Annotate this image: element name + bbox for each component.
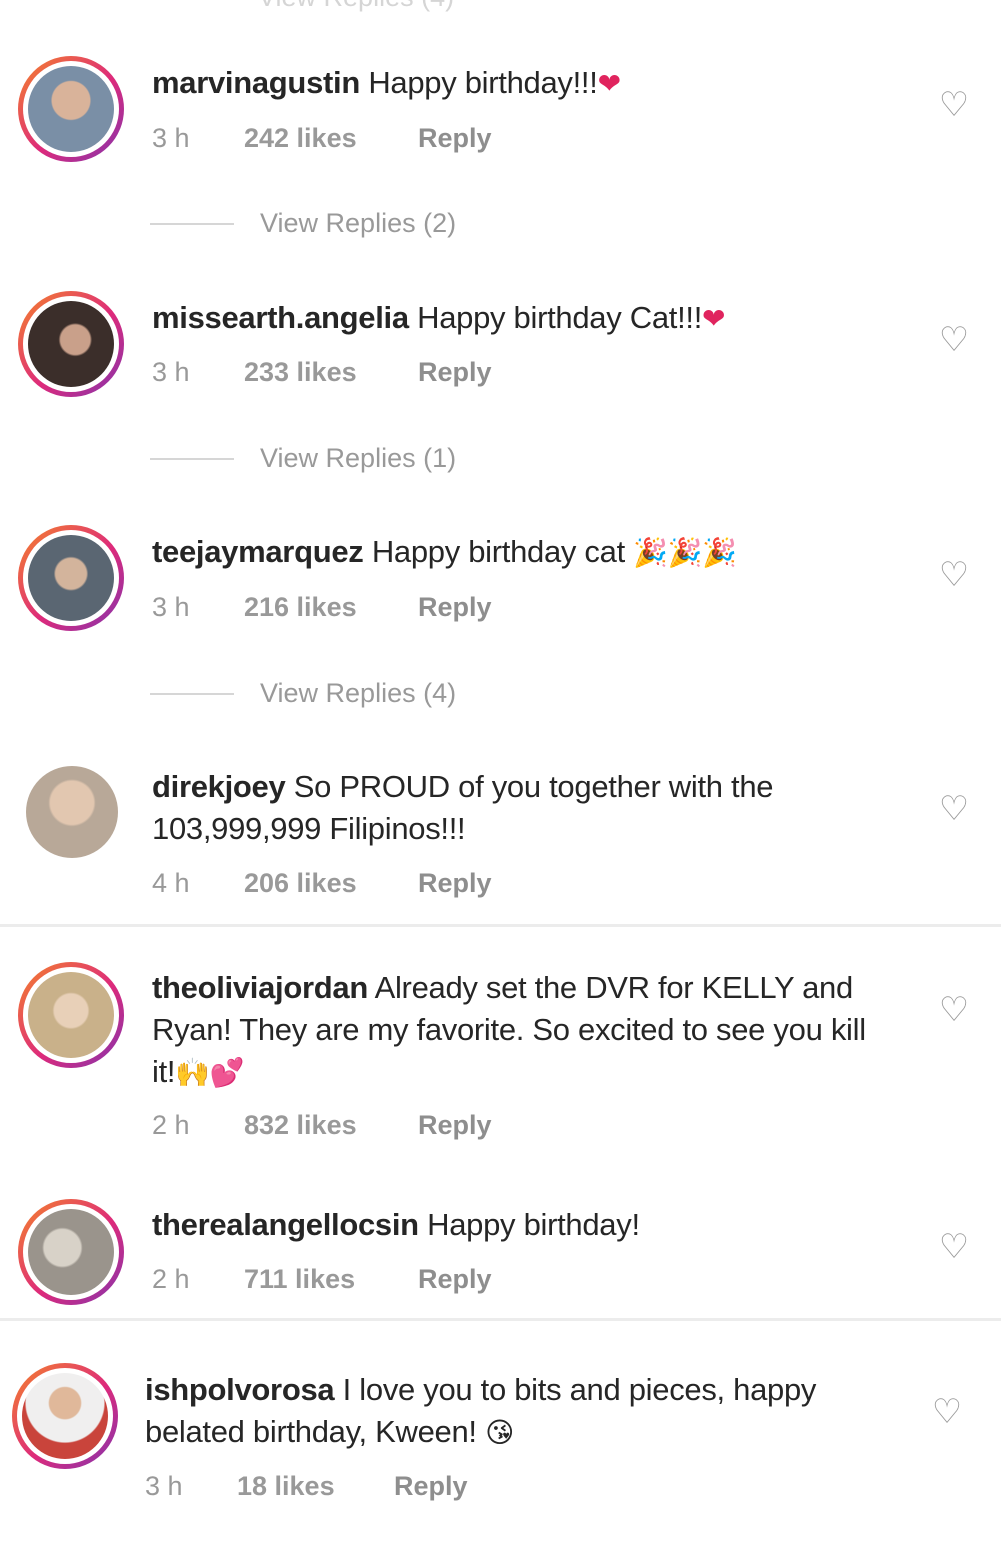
heart-icon[interactable]: ♡ <box>937 323 971 357</box>
avatar-photo <box>28 972 114 1058</box>
comment-username[interactable]: direkjoey <box>152 769 286 804</box>
comment-likes[interactable]: 832 likes <box>244 1110 418 1141</box>
section-divider <box>0 924 1001 927</box>
avatar-photo <box>28 535 114 621</box>
comment-username[interactable]: teejaymarquez <box>152 534 364 569</box>
avatar-photo <box>26 766 118 858</box>
avatar-photo <box>28 1209 114 1295</box>
reply-button[interactable]: Reply <box>418 592 492 623</box>
comment-likes[interactable]: 216 likes <box>244 592 418 623</box>
avatar[interactable] <box>18 291 124 397</box>
comment-emoji: 🙌💕 <box>175 1057 245 1088</box>
avatar[interactable] <box>18 962 124 1068</box>
comment-time: 4 h <box>152 868 190 898</box>
heart-icon[interactable]: ♡ <box>937 1230 971 1264</box>
view-replies-label: View Replies (2) <box>260 208 457 238</box>
view-replies-button[interactable]: View Replies (2) <box>150 208 456 239</box>
comment-emoji: ❤ <box>702 303 726 334</box>
avatar[interactable] <box>26 766 118 858</box>
avatar[interactable] <box>18 56 124 162</box>
comment-username[interactable]: ishpolvorosa <box>145 1372 335 1407</box>
comment-text: Happy birthday!!! <box>368 65 598 100</box>
comment-likes[interactable]: 711 likes <box>244 1264 418 1295</box>
reply-button[interactable]: Reply <box>418 868 492 899</box>
view-replies-label: View Replies (1) <box>260 443 457 473</box>
divider-line <box>150 222 234 225</box>
avatar-photo <box>22 1373 108 1459</box>
comment-time: 3 h <box>152 592 190 622</box>
view-replies-button[interactable]: View Replies (1) <box>150 443 456 474</box>
divider-line <box>150 692 234 695</box>
comment-emoji: 🎉🎉🎉 <box>633 537 737 568</box>
comment-username[interactable]: missearth.angelia <box>152 300 409 335</box>
comment-likes[interactable]: 242 likes <box>244 123 418 154</box>
comment-username[interactable]: marvinagustin <box>152 65 360 100</box>
comment-emoji: ❤ <box>597 68 621 99</box>
comment-likes[interactable]: 233 likes <box>244 357 418 388</box>
avatar-photo <box>28 301 114 387</box>
comment-time: 3 h <box>152 357 190 387</box>
heart-icon[interactable]: ♡ <box>937 792 971 826</box>
comment-likes[interactable]: 18 likes <box>237 1471 394 1502</box>
reply-button[interactable]: Reply <box>418 1264 492 1295</box>
avatar[interactable] <box>18 1199 124 1305</box>
comment-username[interactable]: therealangellocsin <box>152 1207 419 1242</box>
view-replies-label: View Replies (4) <box>260 678 457 708</box>
comment-emoji: 😘 <box>485 1417 514 1448</box>
comment-text: Happy birthday! <box>427 1207 640 1242</box>
view-replies-button[interactable]: View Replies (4) <box>150 678 456 709</box>
comment-text: Happy birthday Cat!!! <box>417 300 703 335</box>
section-divider <box>0 1318 1001 1321</box>
heart-icon[interactable]: ♡ <box>937 558 971 592</box>
view-replies-partial[interactable]: View Replies (4) <box>258 0 454 13</box>
comment-text: Happy birthday cat <box>371 534 625 569</box>
avatar[interactable] <box>12 1363 118 1469</box>
avatar[interactable] <box>18 525 124 631</box>
heart-icon[interactable]: ♡ <box>937 88 971 122</box>
comment-time: 3 h <box>152 123 190 153</box>
comment-time: 2 h <box>152 1110 190 1140</box>
reply-button[interactable]: Reply <box>418 357 492 388</box>
comment-username[interactable]: theoliviajordan <box>152 970 368 1005</box>
reply-button[interactable]: Reply <box>394 1471 468 1502</box>
reply-button[interactable]: Reply <box>418 123 492 154</box>
avatar-photo <box>28 66 114 152</box>
comment-likes[interactable]: 206 likes <box>244 868 418 899</box>
heart-icon[interactable]: ♡ <box>937 993 971 1027</box>
heart-icon[interactable]: ♡ <box>930 1395 964 1429</box>
comment-time: 2 h <box>152 1264 190 1294</box>
comment-time: 3 h <box>145 1471 183 1501</box>
reply-button[interactable]: Reply <box>418 1110 492 1141</box>
divider-line <box>150 457 234 460</box>
